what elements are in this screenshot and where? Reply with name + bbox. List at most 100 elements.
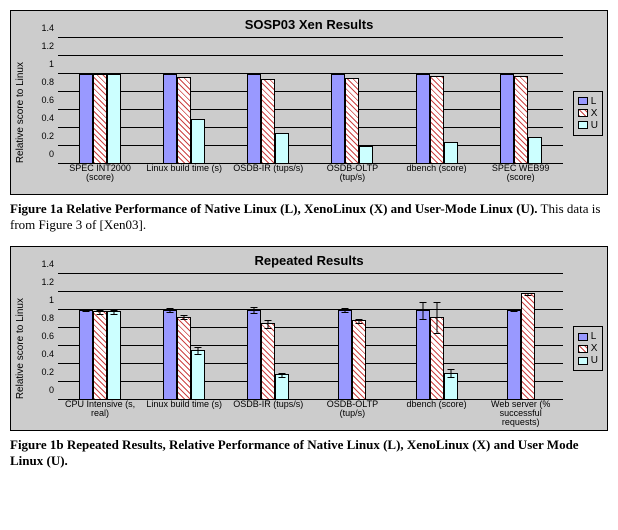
error-bar — [170, 308, 171, 313]
y-axis-label: Relative score to Linux — [15, 62, 26, 163]
y-tick: 0 — [49, 385, 54, 395]
bar-L — [163, 74, 177, 164]
x-tick-label: OSDB-OLTP (tup/s) — [313, 400, 391, 424]
bar-L — [416, 310, 430, 400]
x-tick-label: OSDB-IR (tups/s) — [229, 164, 307, 188]
x-tick-label: SPEC WEB99 (score) — [482, 164, 560, 188]
y-tick: 0.2 — [41, 367, 54, 377]
legend-label: U — [591, 355, 598, 366]
legend-label: L — [591, 331, 597, 342]
bar-X — [261, 323, 275, 400]
bar-X — [352, 320, 366, 399]
caption-1a: Figure 1a Relative Performance of Native… — [10, 201, 608, 234]
chart-title: SOSP03 Xen Results — [15, 17, 603, 32]
legend-swatch — [578, 333, 588, 341]
bar-U — [107, 311, 121, 399]
error-bar — [359, 319, 360, 324]
y-tick: 1 — [49, 59, 54, 69]
y-tick: 0.6 — [41, 95, 54, 105]
chart-b: Repeated Results Relative score to Linux 0… — [10, 246, 608, 431]
legend-label: X — [591, 108, 598, 119]
y-tick: 0.8 — [41, 77, 54, 87]
legend: LXU — [573, 91, 603, 136]
legend-swatch — [578, 357, 588, 365]
x-tick-label: dbench (score) — [398, 400, 476, 424]
x-tick-label: SPEC INT2000 (score) — [61, 164, 139, 188]
bar-U — [191, 350, 205, 400]
bar-L — [247, 74, 261, 164]
legend-swatch — [578, 109, 588, 117]
x-tick-label: OSDB-IR (tups/s) — [229, 400, 307, 424]
bar-group — [491, 74, 551, 164]
bar-group — [238, 74, 298, 164]
legend-label: L — [591, 96, 597, 107]
y-tick: 0.4 — [41, 113, 54, 123]
bar-X — [345, 78, 359, 164]
legend-swatch — [578, 121, 588, 129]
bar-group — [491, 293, 551, 399]
error-bar — [184, 315, 185, 320]
bar-X — [521, 293, 535, 399]
y-tick: 1.4 — [41, 259, 54, 269]
bar-group — [322, 310, 382, 400]
error-bar — [100, 310, 101, 315]
error-bar — [345, 308, 346, 313]
bar-L — [247, 310, 261, 400]
x-tick-label: CPU Intensive (s, real) — [61, 400, 139, 424]
bar-L — [338, 310, 352, 400]
legend-label: U — [591, 120, 598, 131]
bar-group — [70, 74, 130, 164]
bar-X — [177, 317, 191, 400]
legend-label: X — [591, 343, 598, 354]
error-bar — [527, 293, 528, 297]
error-bar — [422, 302, 423, 320]
error-bar — [114, 310, 115, 315]
bar-X — [93, 74, 107, 164]
error-bar — [198, 347, 199, 354]
bar-U — [275, 133, 289, 165]
bar-U — [191, 119, 205, 164]
bar-U — [528, 137, 542, 164]
chart-title: Repeated Results — [15, 253, 603, 268]
y-tick: 0.8 — [41, 313, 54, 323]
y-tick: 0.2 — [41, 131, 54, 141]
bar-X — [430, 317, 444, 400]
x-tick-label: Linux build time (s) — [145, 400, 223, 424]
y-tick: 1.4 — [41, 23, 54, 33]
bar-L — [331, 74, 345, 164]
x-tick-label: dbench (score) — [398, 164, 476, 188]
y-tick: 0.4 — [41, 349, 54, 359]
x-tick-label: Web server (% successful requests) — [482, 400, 560, 424]
bar-L — [163, 310, 177, 400]
chart-a: SOSP03 Xen Results Relative score to Linu… — [10, 10, 608, 195]
y-tick: 1.2 — [41, 41, 54, 51]
bar-U — [275, 374, 289, 399]
y-tick: 0.6 — [41, 331, 54, 341]
y-axis-label: Relative score to Linux — [15, 298, 26, 399]
bar-U — [444, 373, 458, 400]
bar-L — [507, 310, 521, 400]
bar-group — [407, 310, 467, 400]
caption-1b: Figure 1b Repeated Results, Relative Per… — [10, 437, 608, 470]
y-tick: 1 — [49, 295, 54, 305]
x-tick-label: Linux build time (s) — [145, 164, 223, 188]
error-bar — [450, 369, 451, 378]
bar-U — [444, 142, 458, 165]
legend-swatch — [578, 97, 588, 105]
error-bar — [436, 302, 437, 334]
bar-U — [359, 146, 373, 164]
plot-area: 00.20.40.60.811.21.4SPEC INT2000 (score)… — [30, 38, 567, 188]
bar-X — [93, 311, 107, 399]
x-tick-label: OSDB-OLTP (tup/s) — [313, 164, 391, 188]
bar-X — [261, 79, 275, 165]
bar-U — [107, 74, 121, 164]
error-bar — [254, 307, 255, 314]
error-bar — [268, 320, 269, 329]
bar-group — [154, 310, 214, 400]
legend-swatch — [578, 345, 588, 353]
bar-group — [70, 310, 130, 400]
plot-area: 00.20.40.60.811.21.4CPU Intensive (s, re… — [30, 274, 567, 424]
bar-L — [416, 74, 430, 164]
bar-L — [79, 74, 93, 164]
y-tick: 0 — [49, 149, 54, 159]
